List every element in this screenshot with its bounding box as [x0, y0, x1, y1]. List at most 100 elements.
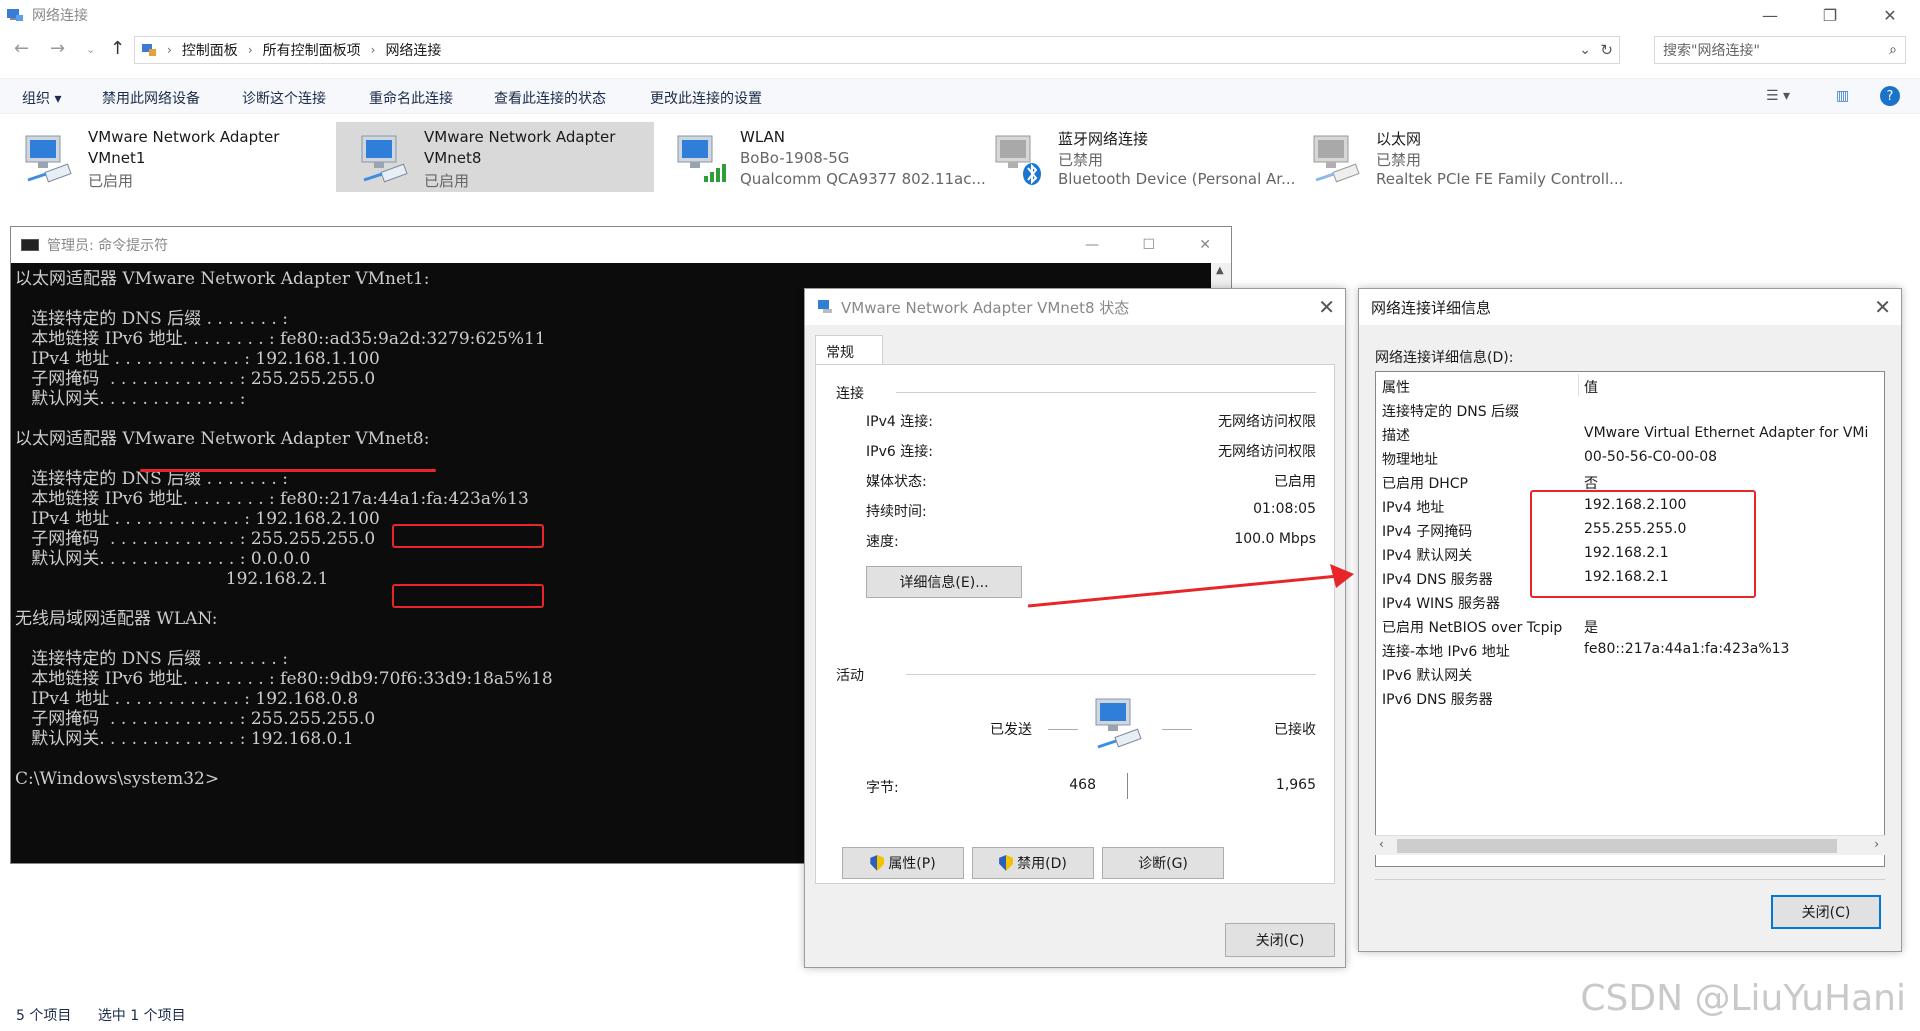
preview-pane-icon[interactable]: ▥ [1836, 88, 1849, 104]
details-row[interactable]: 描述 VMware Virtual Ethernet Adapter for VM… [1382, 422, 1882, 446]
network-adapter-icon [818, 300, 832, 313]
control-panel-icon [142, 44, 156, 56]
selected-count: 选中 1 个项目 [97, 1008, 186, 1024]
breadcrumb-separator-icon: › [247, 43, 253, 57]
disable-device-button[interactable]: 禁用此网络设备 [102, 88, 200, 108]
view-options-icon[interactable]: ☰ ▾ [1766, 88, 1790, 104]
maximize-icon[interactable]: ☐ [1142, 237, 1155, 253]
scrollbar-thumb[interactable] [1397, 839, 1837, 853]
details-row[interactable]: 连接特定的 DNS 后缀 [1382, 398, 1882, 422]
adapter-bluetooth[interactable]: 蓝牙网络连接 已禁用 Bluetooth Device (Personal Ar… [970, 122, 1295, 192]
adapter-wlan[interactable]: WLAN BoBo-1908-5G Qualcomm QCA9377 802.1… [652, 122, 986, 192]
group-divider [896, 392, 1316, 393]
close-icon[interactable]: ✕ [1318, 295, 1335, 319]
details-dialog-title: 网络连接详细信息 [1371, 298, 1492, 317]
properties-button[interactable]: 属性(P) [842, 847, 964, 879]
wifi-adapter-icon [677, 135, 726, 182]
shield-icon [870, 855, 885, 871]
activity-group-label: 活动 [836, 668, 864, 684]
search-input[interactable]: 搜索"网络连接" ⌕ [1654, 36, 1906, 64]
details-list[interactable]: 属性 值 连接特定的 DNS 后缀 描述 VMware Virtual Ethern… [1375, 371, 1885, 867]
recent-dropdown-icon[interactable]: ⌄ [86, 43, 95, 56]
connection-group-label: 连接 [836, 386, 864, 402]
details-row[interactable]: IPv6 默认网关 [1382, 662, 1882, 686]
details-property: IPv4 地址 [1382, 500, 1445, 516]
forward-icon[interactable]: → [50, 38, 65, 59]
status-dialog: VMware Network Adapter VMnet8 状态 ✕ 常规 连接… [804, 288, 1346, 968]
diagnose-connection-button[interactable]: 诊断这个连接 [242, 88, 326, 108]
scroll-right-icon[interactable]: › [1874, 837, 1879, 851]
window-title: 网络连接 [32, 8, 88, 24]
close-icon[interactable]: ✕ [1860, 0, 1920, 30]
adapter-line3: Bluetooth Device (Personal Ar... [1058, 170, 1296, 188]
status-bar: 5 个项目 选中 1 个项目 [16, 1005, 208, 1025]
disable-button-label: 禁用(D) [1017, 856, 1067, 872]
shield-icon [999, 855, 1014, 871]
breadcrumb-network-connections[interactable]: 网络连接 [385, 40, 441, 60]
help-icon[interactable]: ? [1880, 86, 1900, 106]
change-settings-button[interactable]: 更改此连接的设置 [650, 88, 762, 108]
column-header-property[interactable]: 属性 [1382, 377, 1410, 397]
details-row[interactable]: 已启用 NetBIOS over Tcpip 是 [1382, 614, 1882, 638]
breadcrumb-all-items[interactable]: 所有控制面板项 [263, 40, 361, 60]
bytes-label: 字节: [866, 780, 899, 796]
organize-button[interactable]: 组织 ▾ [22, 88, 61, 108]
received-line [1162, 729, 1192, 730]
scroll-up-icon[interactable]: ▲ [1216, 265, 1224, 276]
adapter-ethernet[interactable]: 以太网 已禁用 Realtek PCIe FE Family Controll.… [1288, 122, 1623, 192]
watermark: CSDN @LiuYuHani [1580, 978, 1906, 1019]
up-icon[interactable]: ↑ [110, 38, 125, 59]
annotation-box-details [1530, 490, 1756, 598]
adapter-line3: Qualcomm QCA9377 802.11ac... [740, 170, 986, 188]
details-property: 已启用 NetBIOS over Tcpip [1382, 620, 1563, 636]
details-dialog-title-bar: 网络连接详细信息 [1359, 289, 1901, 325]
cmd-title-bar: 管理员: 命令提示符 — ☐ ✕ [11, 227, 1231, 263]
details-row[interactable]: 物理地址 00-50-56-C0-00-08 [1382, 446, 1882, 470]
view-status-button[interactable]: 查看此连接的状态 [494, 88, 606, 108]
adapter-vmnet8[interactable]: VMware Network Adapter VMnet8 已启用 [336, 122, 654, 192]
details-property: IPv4 WINS 服务器 [1382, 596, 1500, 612]
footer-divider [1375, 879, 1885, 880]
adapter-line3: Realtek PCIe FE Family Controll... [1376, 170, 1624, 188]
annotation-underline [140, 469, 436, 472]
bytes-sent-value: 468 [1069, 777, 1096, 793]
column-header-value[interactable]: 值 [1584, 377, 1598, 397]
details-row[interactable]: IPv6 DNS 服务器 [1382, 686, 1882, 710]
search-placeholder: 搜索"网络连接" [1663, 43, 1760, 59]
chevron-down-icon[interactable]: ⌄ [1579, 42, 1591, 58]
details-list-label: 网络连接详细信息(D): [1375, 350, 1514, 366]
bluetooth-adapter-icon [995, 135, 1041, 185]
refresh-icon[interactable]: ↻ [1600, 41, 1613, 59]
back-icon[interactable]: ← [14, 38, 29, 59]
details-close-button[interactable]: 关闭(C) [1771, 895, 1881, 929]
status-dialog-title: VMware Network Adapter VMnet8 状态 [841, 298, 1130, 317]
tab-general[interactable]: 常规 [815, 335, 883, 365]
close-button[interactable]: 关闭(C) [1225, 923, 1335, 957]
media-state-label: 媒体状态: [866, 474, 927, 490]
tab-panel: 连接 IPv4 连接: 无网络访问权限 IPv6 连接: 无网络访问权限 媒体状… [815, 364, 1335, 884]
details-horizontal-scrollbar[interactable]: ‹ › [1375, 835, 1885, 855]
disable-button[interactable]: 禁用(D) [972, 847, 1094, 879]
adapter-name: VMware Network Adapter [88, 128, 280, 146]
close-icon[interactable]: ✕ [1199, 237, 1211, 253]
cmd-title: 管理员: 命令提示符 [47, 238, 169, 254]
address-bar[interactable]: › 控制面板 › 所有控制面板项 › 网络连接 ⌄ ↻ [134, 36, 1620, 64]
diagnose-button[interactable]: 诊断(G) [1102, 847, 1224, 879]
network-folder-icon [7, 9, 23, 21]
ipv4-connectivity-value: 无网络访问权限 [1218, 414, 1316, 430]
details-button[interactable]: 详细信息(E)... [866, 566, 1022, 598]
close-icon[interactable]: ✕ [1874, 295, 1891, 319]
minimize-icon[interactable]: — [1085, 237, 1099, 253]
breadcrumb-control-panel[interactable]: 控制面板 [182, 40, 238, 60]
properties-button-label: 属性(P) [888, 856, 936, 872]
rename-connection-button[interactable]: 重命名此连接 [369, 88, 453, 108]
adapter-vmnet1[interactable]: VMware Network Adapter VMnet1 已启用 [0, 122, 318, 192]
media-state-value: 已启用 [1274, 474, 1316, 490]
details-value: 00-50-56-C0-00-08 [1584, 449, 1718, 465]
scroll-left-icon[interactable]: ‹ [1379, 837, 1384, 851]
minimize-icon[interactable]: — [1740, 0, 1800, 30]
command-bar: 组织 ▾ 禁用此网络设备 诊断这个连接 重命名此连接 查看此连接的状态 更改此连… [0, 78, 1920, 114]
restore-icon[interactable]: ❐ [1800, 0, 1860, 30]
adapter-list: VMware Network Adapter VMnet1 已启用 VMware… [0, 118, 1920, 198]
details-row[interactable]: 连接-本地 IPv6 地址 fe80::217a:44a1:fa:423a%13 [1382, 638, 1882, 662]
